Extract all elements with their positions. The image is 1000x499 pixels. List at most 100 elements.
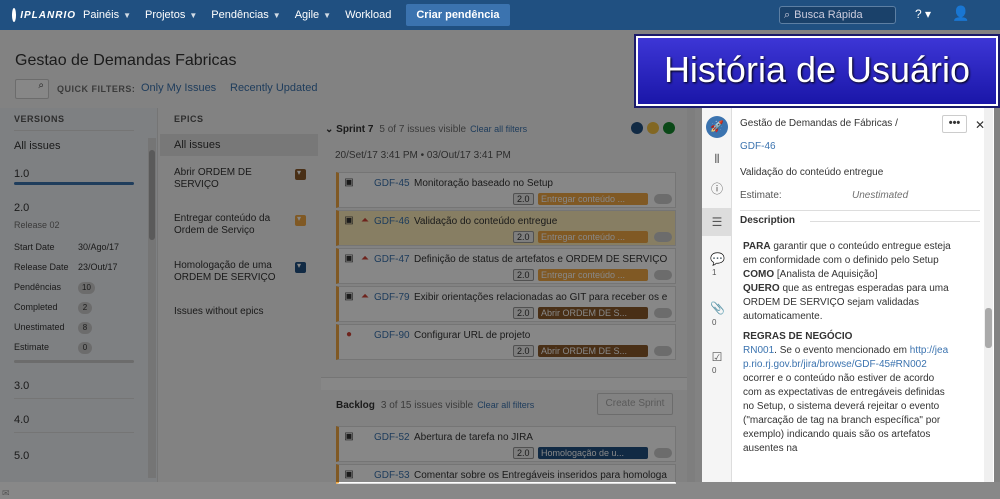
epic-menu-icon[interactable] xyxy=(295,260,306,273)
estimate-value[interactable]: Unestimated xyxy=(852,190,908,201)
version-all-issues[interactable]: All issues xyxy=(14,140,60,152)
nav-pendencias[interactable]: Pendências ▼ xyxy=(204,0,287,30)
issue-key[interactable]: GDF-53 xyxy=(374,470,410,481)
user-avatar-icon[interactable]: 👤 xyxy=(952,5,970,25)
nav-agile[interactable]: Agile ▼ xyxy=(288,0,338,30)
backlog-name: Backlog xyxy=(336,400,375,411)
version-2-0[interactable]: 2.0 xyxy=(14,202,29,214)
issue-key[interactable]: GDF-46 xyxy=(374,216,410,227)
detail-issue-key[interactable]: GDF-46 xyxy=(740,141,776,152)
clear-filters-link[interactable]: Clear all filters xyxy=(477,400,534,410)
divider xyxy=(14,130,134,131)
description-body[interactable]: PARA garantir que o conteúdo entregue es… xyxy=(743,240,955,456)
filter-recently-updated[interactable]: Recently Updated xyxy=(230,82,317,94)
comment-icon[interactable]: 💬 xyxy=(710,252,725,266)
board-scrollbar[interactable] xyxy=(687,108,695,482)
logo-mark-icon xyxy=(12,8,17,22)
start-date-value: 30/Ago/17 xyxy=(78,242,120,252)
unestimated-count: 8 xyxy=(78,322,92,334)
version-4-0[interactable]: 4.0 xyxy=(14,414,29,426)
more-actions-button[interactable]: ••• xyxy=(942,115,967,133)
story-icon: ▣ xyxy=(344,431,354,442)
issue-card[interactable]: ▣ ⏶ GDF-79 Exibir orientações relacionad… xyxy=(336,286,676,322)
issue-card[interactable]: ▣ GDF-45 Monitoração baseado no Setup 2.… xyxy=(336,172,676,208)
epic-all-issues[interactable]: All issues xyxy=(160,134,318,156)
versions-scrollbar[interactable] xyxy=(148,138,156,478)
subtask-icon[interactable]: ☑ xyxy=(710,350,724,364)
status-toggle xyxy=(654,308,672,318)
epic-label: Abrir ORDEM DE S... xyxy=(538,345,648,357)
drag-handle-icon[interactable]: ⦀ xyxy=(710,152,724,166)
issue-summary: Monitoração baseado no Setup xyxy=(414,178,553,189)
issue-summary: Comentar sobre os Entregáveis inseridos … xyxy=(414,470,667,481)
status-toggle xyxy=(654,270,672,280)
comment-count: 1 xyxy=(712,268,717,277)
backlog-board: ⌄ Sprint 75 of 7 issues visible Clear all… xyxy=(321,108,695,484)
nav-projetos[interactable]: Projetos ▼ xyxy=(138,0,204,30)
nav-paineis[interactable]: Painéis ▼ xyxy=(76,0,138,30)
priority-icon: ⏶ xyxy=(361,215,369,226)
epic-item[interactable]: Homologação de uma ORDEM DE SERVIÇO xyxy=(174,260,312,284)
epic-item[interactable]: Entregar conteúdo da Ordem de Serviço xyxy=(174,213,312,237)
estimate-badge: 2.0 xyxy=(513,231,534,243)
story-icon: ▣ xyxy=(344,215,354,226)
chevron-down-icon: ▼ xyxy=(123,10,131,20)
estimate-badge: 2.0 xyxy=(513,269,534,281)
attachment-count: 0 xyxy=(712,318,717,327)
issue-card[interactable]: ▣ GDF-53 Comentar sobre os Entregáveis i… xyxy=(336,464,676,484)
priority-icon: ⏶ xyxy=(361,253,369,264)
issues-without-epics[interactable]: Issues without epics xyxy=(174,306,312,318)
search-icon: ⌕ xyxy=(38,80,44,91)
top-navigation-bar: IPLANRIO Painéis ▼ Projetos ▼ Pendências ▼ … xyxy=(0,0,1000,30)
pendencias-count: 10 xyxy=(78,282,95,294)
scrollbar-thumb[interactable] xyxy=(149,150,155,240)
nav-workload[interactable]: Workload xyxy=(338,0,398,30)
backlog-visible-count: 3 of 15 issues visible xyxy=(380,400,474,411)
scrollbar-thumb[interactable] xyxy=(985,308,992,348)
version-3-0[interactable]: 3.0 xyxy=(14,380,29,392)
epic-item[interactable]: Abrir ORDEM DE SERVIÇO xyxy=(174,167,312,191)
issue-card[interactable]: ● GDF-90 Configurar URL de projeto 2.0 A… xyxy=(336,324,676,360)
release-date-label: Release Date xyxy=(14,262,69,272)
create-sprint-button[interactable]: Create Sprint xyxy=(597,393,673,415)
estimate-badge: 2.0 xyxy=(513,345,534,357)
issue-card[interactable]: ▣ ⏶ GDF-46 Validação do conteúdo entregu… xyxy=(336,210,676,246)
issue-key[interactable]: GDF-52 xyxy=(374,432,410,443)
detail-summary[interactable]: Validação do conteúdo entregue xyxy=(740,167,883,178)
issue-key[interactable]: GDF-79 xyxy=(374,292,410,303)
divider xyxy=(14,398,134,399)
version-1-0[interactable]: 1.0 xyxy=(14,168,29,180)
issue-card[interactable]: ▣ ⏶ GDF-47 Definição de status de artefa… xyxy=(336,248,676,284)
attachment-icon[interactable]: 📎 xyxy=(710,301,725,315)
epic-label: Homologação de u... xyxy=(538,447,648,459)
chevron-down-icon[interactable]: ⌄ xyxy=(325,124,333,135)
create-issue-button[interactable]: Criar pendência xyxy=(406,4,510,26)
description-icon[interactable]: ☰ xyxy=(710,215,724,229)
sprint-dates: 20/Set/17 3:41 PM • 03/Out/17 3:41 PM xyxy=(335,150,511,161)
rule-link[interactable]: RN001 xyxy=(743,345,774,356)
issue-card[interactable]: ▣ GDF-52 Abertura de tarefa no JIRA 2.0 … xyxy=(336,426,676,462)
epic-label: Abrir ORDEM DE S... xyxy=(538,307,648,319)
unestimated-label: Unestimated xyxy=(14,322,65,332)
breadcrumb-project[interactable]: Gestão de Demandas de Fábricas / xyxy=(740,118,898,129)
clear-filters-link[interactable]: Clear all filters xyxy=(470,124,527,134)
epic-menu-icon[interactable] xyxy=(295,213,306,226)
issue-key[interactable]: GDF-47 xyxy=(374,254,410,265)
epic-label: Entregar conteúdo ... xyxy=(538,269,648,281)
story-icon: ▣ xyxy=(344,469,354,480)
version-5-0[interactable]: 5.0 xyxy=(14,450,29,462)
epic-menu-icon[interactable] xyxy=(295,167,306,180)
info-icon[interactable]: ⓘ xyxy=(710,180,724,196)
board-search-input[interactable]: ⌕ xyxy=(15,79,49,99)
iplanrio-logo[interactable]: IPLANRIO xyxy=(0,0,76,30)
help-icon[interactable]: ? ▾ xyxy=(915,7,931,21)
completed-label: Completed xyxy=(14,302,58,312)
feedback-icon[interactable]: ✉ xyxy=(2,488,10,499)
backlog-container: Backlog 3 of 15 issues visible Clear all f… xyxy=(321,390,695,484)
detail-scrollbar[interactable] xyxy=(984,108,993,482)
filter-only-my-issues[interactable]: Only My Issues xyxy=(141,82,216,94)
issue-key[interactable]: GDF-45 xyxy=(374,178,410,189)
issue-key[interactable]: GDF-90 xyxy=(374,330,410,341)
quick-search-input[interactable]: ⌕ Busca Rápida xyxy=(779,6,896,24)
sprint-status-dots xyxy=(631,122,675,134)
